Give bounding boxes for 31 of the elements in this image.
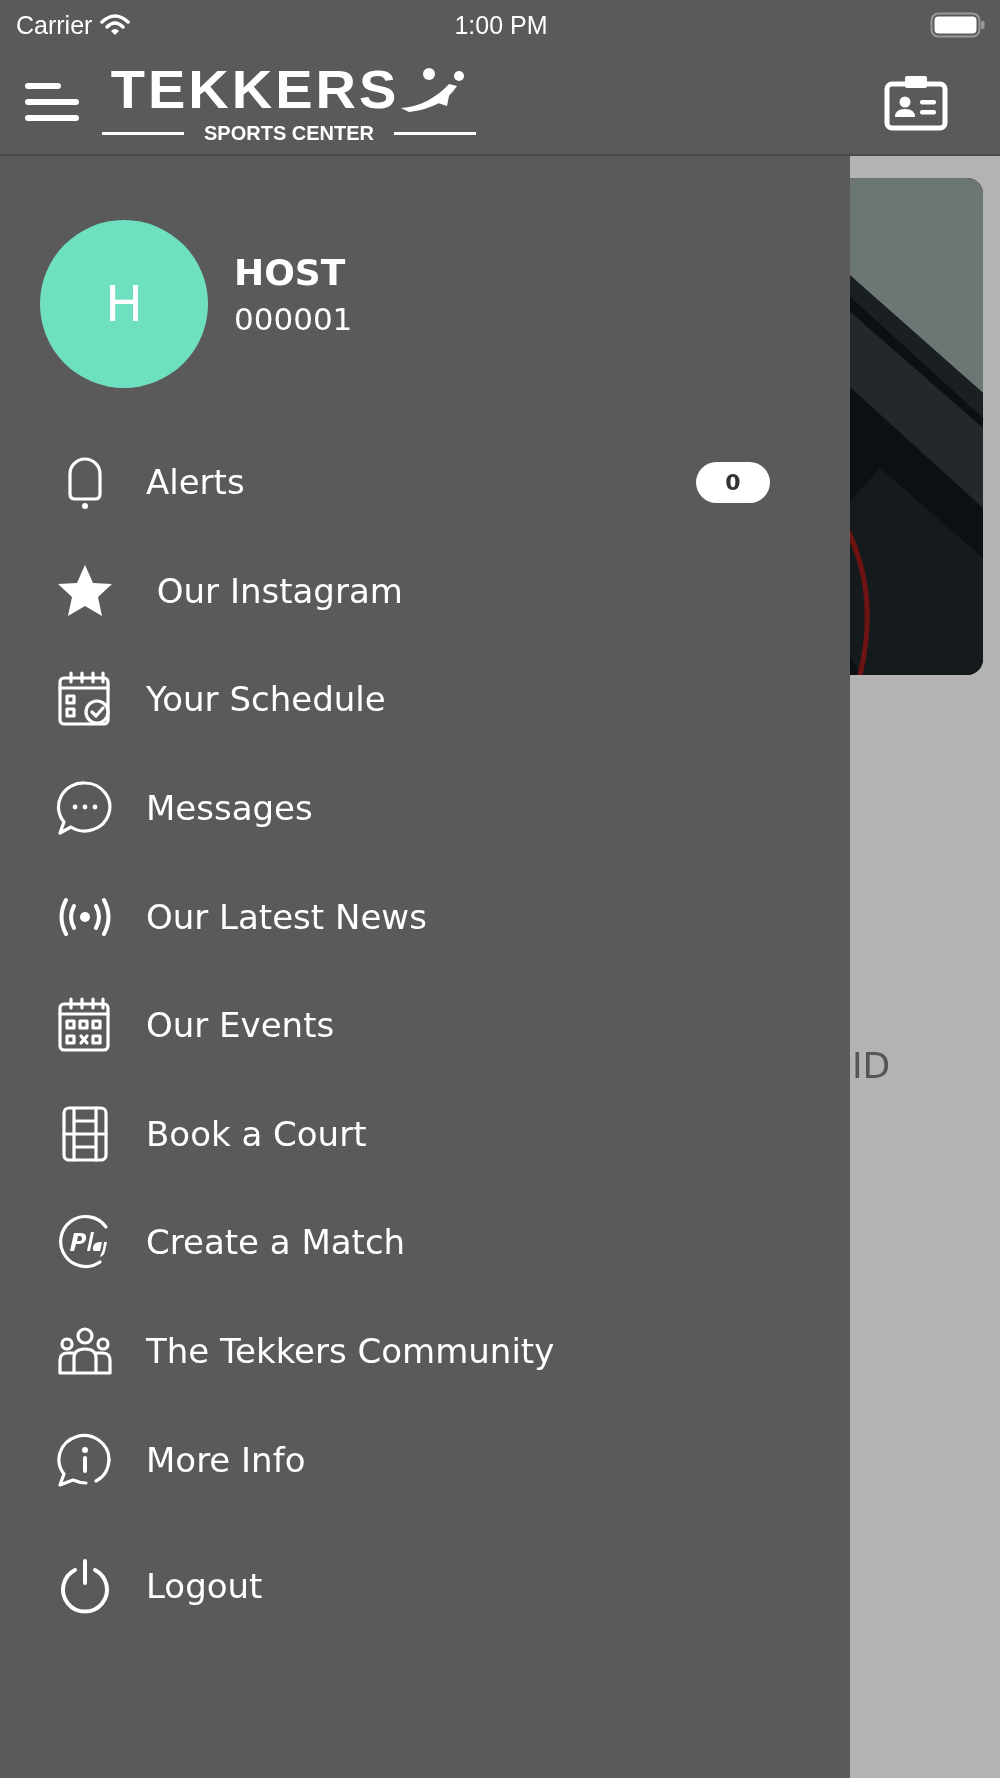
menu-button[interactable] bbox=[24, 82, 80, 122]
menu-item[interactable]: The Tekkers Community bbox=[146, 1331, 770, 1372]
calendar-check-icon bbox=[57, 670, 113, 729]
menu-item[interactable]: Our Events bbox=[146, 1005, 770, 1046]
broadcast-icon bbox=[59, 896, 111, 937]
court-icon bbox=[61, 1104, 109, 1163]
menu-item[interactable]: More Info bbox=[146, 1439, 770, 1480]
member-id: 000001 bbox=[234, 300, 353, 337]
carrier-label: Carrier bbox=[16, 10, 93, 40]
content-text: ID bbox=[852, 1045, 891, 1086]
group-icon bbox=[56, 1326, 114, 1377]
logo-wordmark: TEKKERS bbox=[110, 64, 400, 115]
count-badge: 0 bbox=[696, 461, 770, 503]
menu-item[interactable]: Our Latest News bbox=[146, 896, 770, 937]
user-name: HOST bbox=[234, 251, 347, 293]
calendar-icon bbox=[57, 996, 113, 1055]
wifi-icon bbox=[100, 14, 131, 36]
menu-item[interactable]: Our Instagram bbox=[146, 570, 770, 611]
menu-item[interactable]: Alerts bbox=[146, 462, 696, 503]
chat-bubble-icon bbox=[56, 779, 114, 838]
avatar: H bbox=[40, 220, 208, 388]
menu-item[interactable]: Book a Court bbox=[146, 1113, 770, 1154]
menu-item[interactable]: Your Schedule bbox=[146, 679, 770, 720]
id-card-button[interactable] bbox=[884, 73, 948, 131]
menu-item[interactable]: Messages bbox=[146, 788, 770, 829]
logout-item[interactable]: Logout bbox=[146, 1566, 770, 1607]
battery-icon bbox=[930, 12, 986, 38]
logo-tagline: SPORTS CENTER bbox=[204, 121, 375, 145]
power-icon bbox=[58, 1558, 112, 1615]
time-label: 1:00 PM bbox=[454, 10, 548, 40]
menu-item[interactable]: Create a Match bbox=[146, 1222, 770, 1263]
